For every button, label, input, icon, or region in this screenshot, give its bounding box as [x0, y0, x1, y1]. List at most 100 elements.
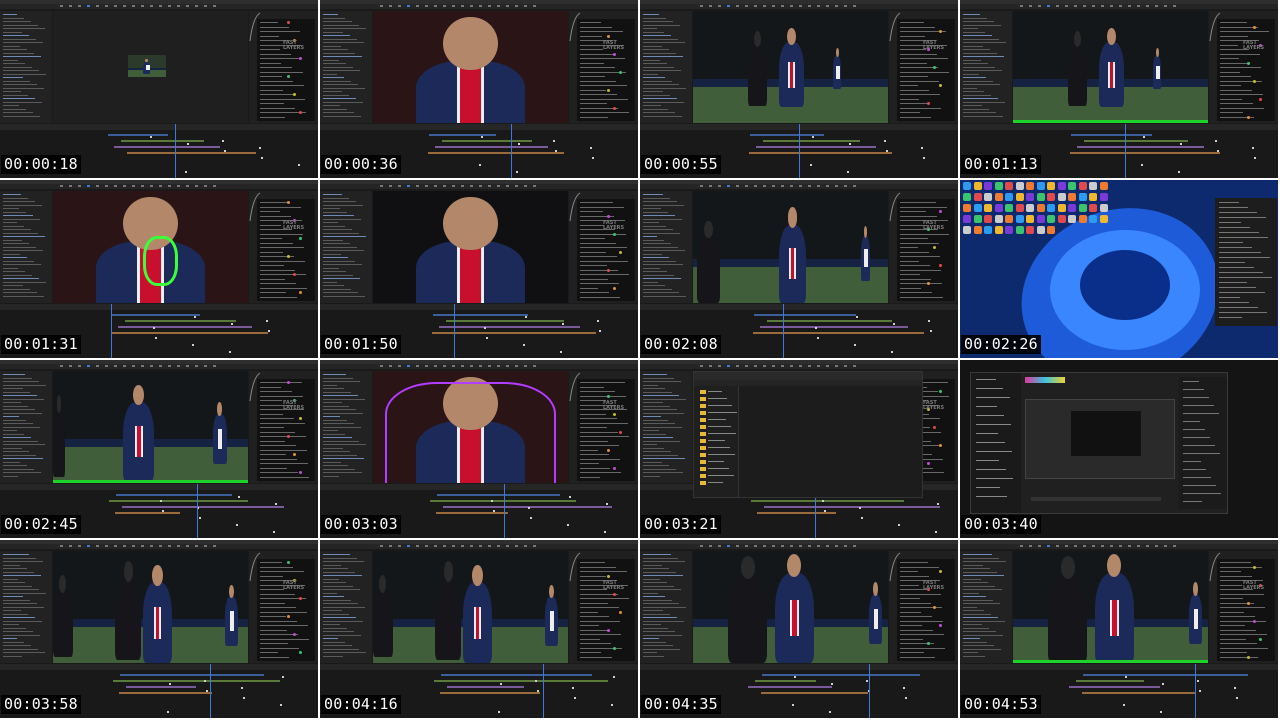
desktop-app-icon[interactable] [1078, 204, 1087, 212]
toolbar-icon[interactable] [736, 545, 739, 547]
toolbar-icon[interactable] [745, 185, 748, 187]
toolbar-icon[interactable] [844, 545, 847, 547]
toolbar-icon[interactable] [87, 5, 90, 7]
toolbar-icon[interactable] [727, 185, 730, 187]
desktop-app-icon[interactable] [984, 204, 992, 212]
toolbar-icon[interactable] [123, 545, 126, 547]
desktop-app-icon[interactable] [1099, 215, 1108, 223]
toolbar-icon[interactable] [443, 185, 446, 187]
toolbar-icon[interactable] [105, 365, 108, 367]
toolbar-icon[interactable] [497, 5, 500, 7]
toolbar-icon[interactable] [159, 545, 162, 547]
toolbar-icon[interactable] [1047, 5, 1050, 7]
desktop-app-icon[interactable] [1057, 193, 1066, 201]
toolbar-icon[interactable] [105, 5, 108, 7]
video-frame-thumbnail[interactable]: FAST LAYERS 00:01:13 [960, 0, 1278, 178]
toolbar-icon[interactable] [398, 5, 401, 7]
toolbar-icon[interactable] [434, 185, 437, 187]
toolbar-icon[interactable] [853, 185, 856, 187]
desktop-app-icon[interactable] [963, 193, 971, 201]
toolbar-icon[interactable] [389, 545, 392, 547]
playhead[interactable] [799, 124, 800, 178]
toolbar-icon[interactable] [718, 545, 721, 547]
toolbar-icon[interactable] [461, 185, 464, 187]
desktop-app-icon[interactable] [984, 182, 992, 190]
toolbar-icon[interactable] [1110, 5, 1113, 7]
toolbar-icon[interactable] [533, 545, 536, 547]
toolbar-icon[interactable] [488, 545, 491, 547]
desktop-app-icon[interactable] [984, 215, 992, 223]
toolbar-icon[interactable] [186, 365, 189, 367]
toolbar-icon[interactable] [533, 5, 536, 7]
video-frame-thumbnail[interactable]: FAST LAYERS 00:00:18 [0, 0, 318, 178]
toolbar-icon[interactable] [700, 545, 703, 547]
toolbar-icon[interactable] [727, 365, 730, 367]
toolbar-icon[interactable] [709, 545, 712, 547]
toolbar-icon[interactable] [96, 185, 99, 187]
desktop-app-icon[interactable] [1089, 193, 1097, 201]
toolbar-icon[interactable] [488, 365, 491, 367]
toolbar-icon[interactable] [141, 185, 144, 187]
toolbar-icon[interactable] [470, 365, 473, 367]
toolbar-icon[interactable] [497, 185, 500, 187]
desktop-app-icon[interactable] [1099, 182, 1108, 190]
toolbar-icon[interactable] [799, 185, 802, 187]
toolbar-icon[interactable] [78, 185, 81, 187]
toolbar-icon[interactable] [443, 545, 446, 547]
toolbar-icon[interactable] [745, 5, 748, 7]
toolbar-icon[interactable] [461, 545, 464, 547]
toolbar-icon[interactable] [416, 545, 419, 547]
composition-viewer[interactable] [693, 551, 888, 663]
toolbar-icon[interactable] [736, 5, 739, 7]
desktop-app-icon[interactable] [1099, 204, 1108, 212]
desktop-app-icon[interactable] [1099, 193, 1108, 201]
playhead[interactable] [1195, 664, 1196, 718]
toolbar-icon[interactable] [479, 185, 482, 187]
desktop-app-icon[interactable] [973, 182, 982, 190]
toolbar-icon[interactable] [497, 365, 500, 367]
toolbar-icon[interactable] [1092, 5, 1095, 7]
desktop-app-icon[interactable] [994, 215, 1003, 223]
toolbar-icon[interactable] [772, 185, 775, 187]
plugin-window[interactable] [970, 372, 1228, 514]
toolbar-icon[interactable] [461, 5, 464, 7]
toolbar-icon[interactable] [763, 5, 766, 7]
toolbar-icon[interactable] [159, 5, 162, 7]
toolbar-icon[interactable] [132, 545, 135, 547]
toolbar-icon[interactable] [150, 185, 153, 187]
toolbar-icon[interactable] [700, 5, 703, 7]
toolbar-icon[interactable] [398, 545, 401, 547]
toolbar-icon[interactable] [790, 185, 793, 187]
toolbar-icon[interactable] [389, 185, 392, 187]
toolbar-icon[interactable] [425, 5, 428, 7]
toolbar-icon[interactable] [168, 5, 171, 7]
toolbar-icon[interactable] [150, 365, 153, 367]
toolbar-icon[interactable] [416, 5, 419, 7]
desktop-app-icon[interactable] [963, 182, 971, 190]
toolbar-icon[interactable] [114, 185, 117, 187]
desktop-app-icon[interactable] [1068, 193, 1076, 201]
video-frame-thumbnail[interactable]: FAST LAYERS 00:03:58 [0, 540, 318, 718]
toolbar-icon[interactable] [443, 365, 446, 367]
toolbar-icon[interactable] [709, 365, 712, 367]
composition-viewer[interactable] [53, 191, 248, 303]
video-frame-thumbnail[interactable]: FAST LAYERS 00:04:16 [320, 540, 638, 718]
desktop-app-icon[interactable] [973, 226, 982, 234]
toolbar-icon[interactable] [1119, 5, 1122, 7]
video-frame-thumbnail[interactable]: FAST LAYERS 00:04:35 [640, 540, 958, 718]
toolbar-icon[interactable] [853, 365, 856, 367]
toolbar-icon[interactable] [123, 5, 126, 7]
toolbar-icon[interactable] [479, 545, 482, 547]
toolbar-icon[interactable] [1164, 5, 1167, 7]
toolbar-icon[interactable] [826, 365, 829, 367]
toolbar-icon[interactable] [195, 365, 198, 367]
toolbar-icon[interactable] [398, 365, 401, 367]
toolbar-icon[interactable] [132, 185, 135, 187]
desktop-app-icon[interactable] [1015, 204, 1024, 212]
toolbar-icon[interactable] [132, 5, 135, 7]
toolbar-icon[interactable] [470, 5, 473, 7]
desktop-app-icon[interactable] [1015, 226, 1024, 234]
toolbar-icon[interactable] [1047, 545, 1050, 547]
toolbar-icon[interactable] [515, 365, 518, 367]
toolbar-icon[interactable] [78, 545, 81, 547]
